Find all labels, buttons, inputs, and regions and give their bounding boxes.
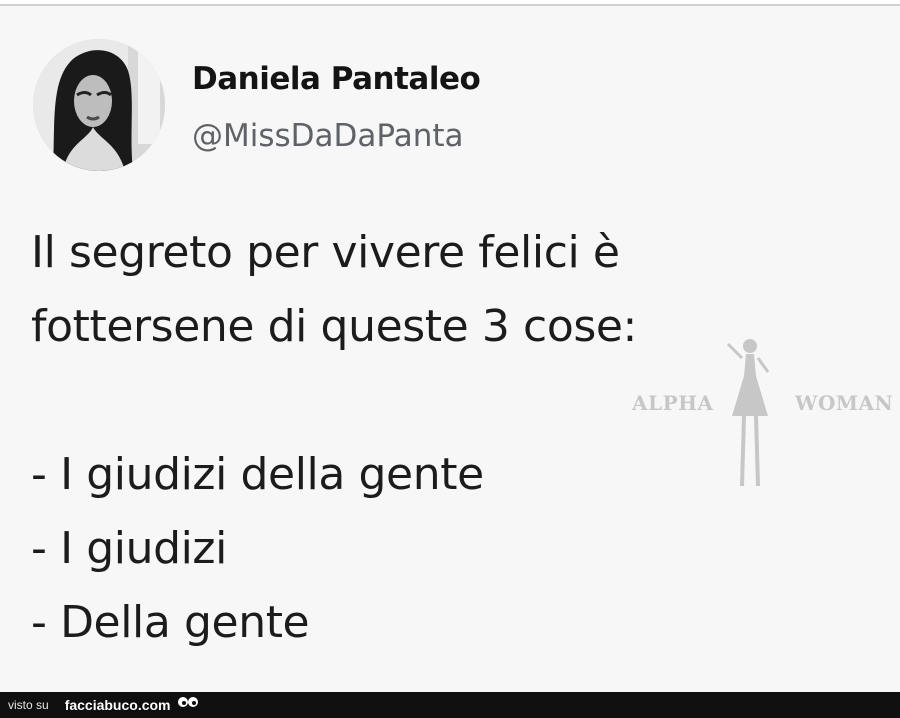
watermark-left-word: ALPHA: [632, 391, 714, 415]
footer-prefix: visto su: [8, 698, 49, 712]
watermark-right-word: WOMAN: [795, 391, 894, 415]
woman-silhouette-icon: [726, 339, 770, 487]
avatar-image: [33, 39, 165, 171]
footer-bar: visto su facciabuco.com: [0, 692, 900, 718]
display-name[interactable]: Daniela Pantaleo: [192, 61, 481, 97]
eyes-icon: [177, 695, 199, 716]
watermark: ALPHA WOMAN: [630, 336, 900, 496]
tweet-card: Daniela Pantaleo @MissDaDaPanta Il segre…: [0, 6, 900, 692]
avatar[interactable]: [33, 39, 165, 171]
footer-site-link[interactable]: facciabuco.com: [65, 697, 171, 713]
tweet-text: Il segreto per vivere felici è fottersen…: [31, 227, 637, 648]
user-handle[interactable]: @MissDaDaPanta: [192, 118, 464, 154]
